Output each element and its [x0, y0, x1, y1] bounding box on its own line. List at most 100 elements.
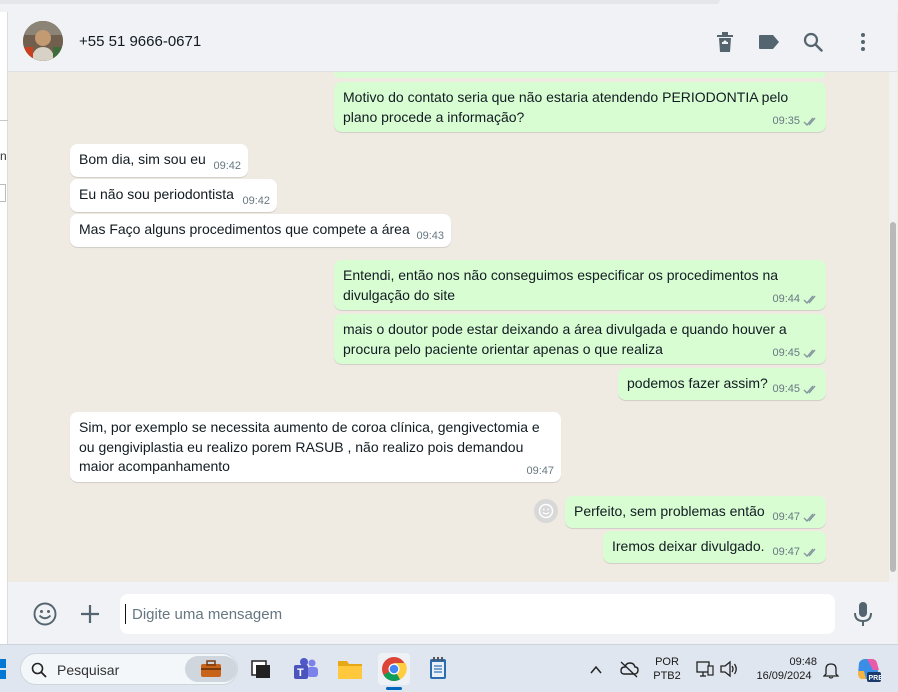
chat-header: +55 51 9666-0671 — [8, 12, 897, 72]
cloud-off-icon[interactable] — [619, 660, 639, 678]
plus-icon[interactable] — [78, 602, 102, 626]
taskbar: Pesquisar T POR PTB2 09:48 16/09/2024 PR… — [0, 644, 898, 692]
contact-name[interactable]: +55 51 9666-0671 — [79, 33, 201, 50]
previous-message-fragment — [334, 72, 826, 78]
search-icon — [31, 662, 47, 678]
svg-text:T: T — [297, 667, 304, 679]
smiley-icon — [538, 503, 554, 519]
tab-strip-edge — [0, 0, 720, 4]
emoji-icon[interactable] — [32, 601, 58, 627]
message-text: Sim, por exemplo se necessita aumento de… — [79, 419, 540, 474]
message-outgoing[interactable]: Entendi, então nos não conseguimos espec… — [334, 260, 826, 310]
chrome-icon — [382, 657, 407, 682]
svg-text:PRE: PRE — [869, 675, 882, 682]
taskbar-app[interactable] — [245, 653, 277, 685]
message-outgoing[interactable]: Iremos deixar divulgado. 09:47 — [603, 531, 826, 563]
double-check-icon — [803, 548, 816, 558]
message-list[interactable]: Motivo do contato seria que não estaria … — [8, 72, 889, 582]
browser-top-strip — [0, 0, 898, 12]
message-meta: 09:42 — [213, 161, 241, 172]
display-icon[interactable] — [696, 660, 714, 678]
message-outgoing[interactable]: Motivo do contato seria que não estaria … — [334, 82, 826, 132]
copilot-icon[interactable]: PRE — [855, 657, 883, 683]
scrollbar[interactable] — [889, 72, 897, 582]
message-time: 09:45 — [772, 383, 800, 395]
message-time: 09:47 — [772, 546, 800, 558]
message-incoming[interactable]: Bom dia, sim sou eu 09:42 — [70, 144, 248, 177]
label-icon[interactable] — [757, 30, 781, 54]
message-incoming[interactable]: Sim, por exemplo se necessita aumento de… — [70, 412, 561, 482]
message-time: 09:43 — [416, 230, 444, 242]
left-panel-divider — [0, 120, 8, 121]
message-incoming[interactable]: Eu não sou periodontista 09:42 — [70, 179, 277, 212]
message-time: 09:44 — [772, 293, 800, 305]
compose-bar — [8, 582, 897, 644]
clock-date: 16/09/2024 — [756, 670, 812, 682]
taskbar-search[interactable]: Pesquisar — [20, 653, 238, 685]
taskbar-clock[interactable]: 09:48 16/09/2024 — [749, 655, 819, 683]
notepad-icon — [430, 657, 446, 679]
double-check-icon — [803, 349, 816, 359]
message-input[interactable] — [120, 594, 835, 634]
search-icon[interactable] — [801, 30, 825, 54]
taskbar-teams[interactable]: T — [290, 653, 322, 685]
input-language-line1: POR — [655, 656, 679, 668]
message-text: Eu não sou periodontista — [79, 186, 234, 202]
message-time: 09:47 — [526, 465, 554, 477]
contact-avatar[interactable] — [23, 21, 63, 61]
volume-icon[interactable] — [719, 660, 739, 678]
message-text: mais o doutor pode estar deixando a área… — [343, 321, 787, 357]
teams-icon: T — [294, 658, 318, 679]
left-panel-text: n — [0, 149, 7, 163]
message-text: Motivo do contato seria que não estaria … — [343, 89, 789, 125]
text-caret — [125, 604, 126, 624]
whatsapp-window: n +55 51 9666-0671 Motivo do contato ser… — [0, 0, 898, 692]
react-emoji-button[interactable] — [534, 499, 558, 523]
message-meta: 09:35 — [772, 116, 819, 127]
briefcase-icon — [201, 660, 221, 677]
message-outgoing[interactable]: podemos fazer assim? 09:45 — [618, 368, 826, 400]
message-meta: 09:43 — [416, 231, 444, 242]
menu-icon[interactable] — [851, 30, 875, 54]
message-meta: 09:42 — [242, 196, 270, 207]
message-meta: 09:45 — [772, 384, 819, 395]
message-outgoing[interactable]: Perfeito, sem problemas então 09:47 — [565, 496, 826, 528]
taskbar-explorer[interactable] — [334, 653, 366, 685]
chevron-up-icon[interactable] — [589, 663, 603, 675]
message-meta: 09:45 — [772, 348, 819, 359]
trash-icon[interactable] — [713, 30, 737, 54]
message-text: Entendi, então nos não conseguimos espec… — [343, 267, 779, 303]
double-check-icon — [803, 117, 816, 127]
active-app-indicator — [386, 687, 402, 690]
taskbar-search-label: Pesquisar — [57, 662, 120, 678]
double-check-icon — [803, 385, 816, 395]
mic-icon[interactable] — [853, 601, 873, 627]
message-meta: 09:47 — [772, 547, 819, 558]
message-time: 09:42 — [213, 160, 241, 172]
left-panel-box — [0, 184, 6, 202]
message-text: Mas Faço alguns procedimentos que compet… — [79, 221, 410, 237]
clock-time: 09:48 — [789, 656, 817, 668]
double-check-icon — [803, 295, 816, 305]
taskbar-chrome[interactable] — [378, 653, 410, 685]
message-incoming[interactable]: Mas Faço alguns procedimentos que compet… — [70, 214, 451, 247]
windows-icon[interactable] — [0, 659, 8, 679]
double-check-icon — [803, 513, 816, 523]
app-icon — [251, 660, 270, 678]
message-time: 09:45 — [772, 347, 800, 359]
taskbar-notepad[interactable] — [422, 653, 454, 685]
message-outgoing[interactable]: mais o doutor pode estar deixando a área… — [334, 314, 826, 364]
input-language-line2: PTB2 — [653, 670, 681, 682]
message-meta: 09:44 — [772, 294, 819, 305]
message-time: 09:35 — [772, 115, 800, 127]
message-time: 09:47 — [772, 511, 800, 523]
explorer-icon — [338, 661, 362, 679]
scroll-thumb[interactable] — [890, 222, 896, 572]
message-meta: 09:47 — [772, 512, 819, 523]
left-panel-edge: n — [0, 12, 8, 644]
input-language[interactable]: POR PTB2 — [650, 655, 684, 683]
bell-icon[interactable] — [822, 661, 840, 679]
search-highlight — [185, 656, 237, 682]
message-time: 09:42 — [242, 195, 270, 207]
message-meta: 09:47 — [526, 466, 554, 477]
